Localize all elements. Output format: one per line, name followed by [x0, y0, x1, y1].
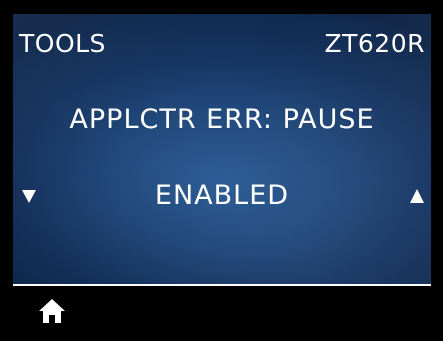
setting-name: APPLCTR ERR: PAUSE: [69, 104, 375, 135]
home-button[interactable]: [37, 296, 67, 326]
divider: [13, 284, 431, 286]
display-panel: TOOLS ZT620R APPLCTR ERR: PAUSE ENABLED: [13, 14, 431, 284]
setting-value: ENABLED: [154, 180, 290, 211]
printer-model: ZT620R: [324, 29, 425, 58]
next-value-button[interactable]: [407, 186, 427, 206]
home-icon: [39, 299, 65, 323]
lcd-screen: TOOLS ZT620R APPLCTR ERR: PAUSE ENABLED: [13, 14, 431, 333]
printer-display-frame: TOOLS ZT620R APPLCTR ERR: PAUSE ENABLED: [0, 0, 443, 341]
triangle-up-icon: [410, 189, 424, 203]
menu-title: TOOLS: [19, 29, 106, 58]
